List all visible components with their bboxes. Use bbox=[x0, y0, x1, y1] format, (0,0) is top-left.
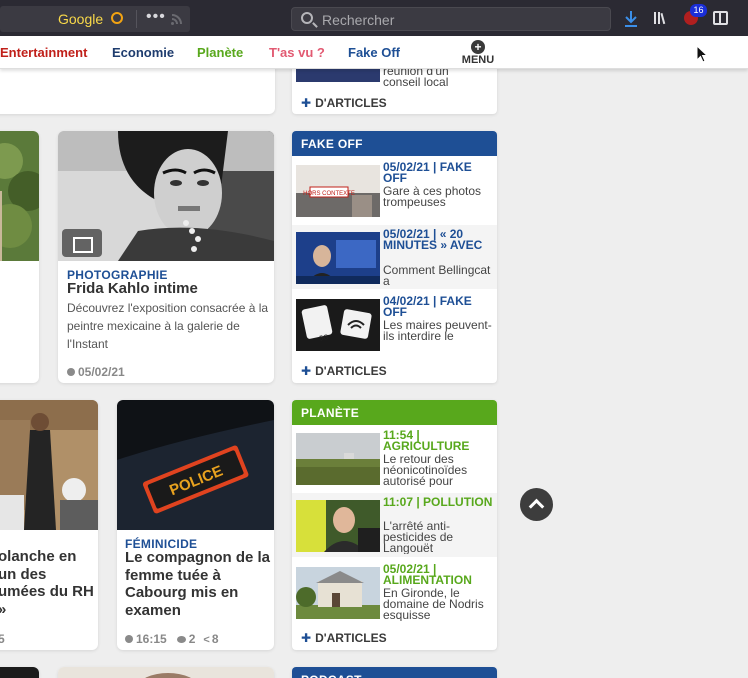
card-date: 05/02/21 bbox=[67, 365, 125, 379]
library-icon[interactable] bbox=[653, 11, 671, 25]
podcast-box: PODCAST bbox=[292, 667, 497, 678]
site-navigation: Entertainment Economie Planète T'as vu ?… bbox=[0, 36, 748, 69]
extension-badge: 16 bbox=[690, 4, 707, 17]
search-icon bbox=[301, 12, 313, 24]
card-meta: 16:15 2 <8 bbox=[125, 632, 219, 646]
google-search-engine-icon bbox=[111, 12, 123, 24]
clock-icon bbox=[125, 635, 133, 643]
planete-item[interactable]: 11:07 | POLLUTION L'arrêté anti-pesticid… bbox=[292, 493, 497, 557]
item-stamp: 04/02/21 | FAKE OFF bbox=[383, 294, 472, 319]
fake-off-item[interactable]: 05/02/21 | « 20 MINUTES » AVEC Comment B… bbox=[292, 225, 497, 289]
scroll-to-top-button[interactable] bbox=[520, 488, 553, 521]
feminicide-card[interactable]: POLICE FÉMINICIDE Le compagnon de la fem… bbox=[117, 400, 274, 650]
mouse-cursor-icon bbox=[696, 45, 708, 63]
planete-header[interactable]: PLANÈTE bbox=[292, 400, 497, 425]
nav-entertainment[interactable]: Entertainment bbox=[0, 45, 87, 60]
photo-gallery-icon[interactable] bbox=[62, 229, 102, 257]
card-title[interactable]: Frida Kahlo intime bbox=[67, 280, 267, 298]
plus-icon: ✚ bbox=[301, 96, 312, 110]
left-article-photo bbox=[0, 400, 98, 530]
planete-thumbnail bbox=[296, 433, 380, 485]
left-article-card[interactable]: olanche en un des umées du RH » 5 bbox=[0, 400, 98, 650]
nav-economie[interactable]: Economie bbox=[112, 45, 174, 60]
menu-button[interactable]: + MENU bbox=[458, 38, 498, 68]
top-box-thumbnail[interactable] bbox=[296, 68, 380, 82]
date-value: 05/02/21 bbox=[78, 365, 125, 379]
plus-icon: ✚ bbox=[301, 364, 312, 378]
top-box-snippet[interactable]: réunion d'un conseil local bbox=[383, 66, 495, 100]
police-badge-photo: POLICE bbox=[117, 400, 274, 530]
bottom-left-card[interactable] bbox=[0, 667, 39, 678]
item-text: En Gironde, le domaine de Nodris esquiss… bbox=[383, 588, 484, 621]
item-text: Gare à ces photos trompeuses bbox=[383, 186, 482, 209]
fake-off-box: FAKE OFF HORS CONTEXTE 05/02/21 | FAKE O… bbox=[292, 131, 497, 383]
podcast-header[interactable]: PODCAST bbox=[292, 667, 497, 678]
fake-off-thumbnail: HORS CONTEXTE bbox=[296, 165, 380, 217]
item-stamp: 05/02/21 | « 20 MINUTES » AVEC bbox=[383, 227, 483, 252]
planete-item[interactable]: 05/02/21 | ALIMENTATION En Gironde, le d… bbox=[292, 560, 497, 624]
planete-item[interactable]: 11:54 | AGRICULTURE Le retour des néonic… bbox=[292, 426, 497, 490]
comment-count: 2 bbox=[188, 632, 196, 646]
share-count: 8 bbox=[211, 632, 219, 646]
card-title[interactable]: Le compagnon de la femme tuée à Cabourg … bbox=[125, 549, 271, 619]
google-bookmark[interactable]: Google ••• bbox=[0, 6, 190, 32]
planete-thumbnail bbox=[296, 500, 380, 552]
item-stamp: 05/02/21 | ALIMENTATION bbox=[383, 562, 472, 587]
plus-icon: + bbox=[471, 40, 485, 54]
toolbar-separator bbox=[136, 10, 137, 28]
left-partial-card[interactable] bbox=[0, 131, 39, 383]
search-placeholder: Rechercher bbox=[322, 12, 395, 28]
fake-off-more-articles-link[interactable]: ✚ D'ARTICLES bbox=[301, 364, 387, 378]
card-title[interactable]: olanche en un des umées du RH » bbox=[0, 548, 94, 618]
download-icon[interactable] bbox=[624, 10, 638, 28]
nav-fake-off[interactable]: Fake Off bbox=[348, 45, 400, 60]
item-text: Le retour des néonicotinoïdes autorisé p… bbox=[383, 454, 468, 487]
card-meta: 5 bbox=[0, 632, 5, 646]
left-partial-image bbox=[0, 131, 39, 261]
share-icon[interactable]: < bbox=[203, 634, 209, 646]
fake-off-item[interactable]: 5G 04/02/21 | FAKE OFF Les maires peuven… bbox=[292, 292, 497, 356]
planete-thumbnail bbox=[296, 567, 380, 619]
item-text: Comment Bellingcat a bbox=[383, 265, 491, 287]
comment-icon[interactable] bbox=[176, 636, 186, 643]
thumb-label: HORS CONTEXTE bbox=[303, 191, 355, 197]
bottom-middle-photo bbox=[58, 667, 274, 678]
planete-box: PLANÈTE 11:54 | AGRICULTURE Le retour de… bbox=[292, 400, 497, 650]
rss-feed-icon[interactable] bbox=[170, 12, 184, 26]
browser-search-field[interactable]: Rechercher bbox=[291, 7, 611, 31]
top-more-articles-link[interactable]: ✚ D'ARTICLES bbox=[301, 96, 387, 110]
fake-off-item[interactable]: HORS CONTEXTE 05/02/21 | FAKE OFF Gare à… bbox=[292, 158, 497, 222]
planete-more-articles-link[interactable]: ✚ D'ARTICLES bbox=[301, 631, 387, 645]
nav-tas-vu[interactable]: T'as vu ? bbox=[269, 45, 325, 60]
item-stamp: 11:07 | POLLUTION bbox=[383, 495, 493, 509]
plus-icon: ✚ bbox=[301, 631, 312, 645]
item-text: Les maires peuvent-ils interdire le bbox=[383, 320, 492, 343]
overflow-menu-icon[interactable]: ••• bbox=[146, 8, 166, 26]
time-value: 16:15 bbox=[136, 632, 167, 646]
item-stamp: 11:54 | AGRICULTURE bbox=[383, 428, 470, 453]
fake-off-thumbnail: 5G bbox=[296, 299, 380, 351]
nav-planete[interactable]: Planète bbox=[197, 45, 243, 60]
item-stamp: 05/02/21 | FAKE OFF bbox=[383, 160, 472, 185]
browser-toolbar: Google ••• Rechercher 16 bbox=[0, 0, 748, 36]
bottom-middle-card[interactable] bbox=[58, 667, 274, 678]
card-description: Découvrez l'exposition consacrée à la pe… bbox=[67, 301, 269, 351]
more-label: D'ARTICLES bbox=[315, 631, 387, 645]
frida-kahlo-card[interactable]: PHOTOGRAPHIE Frida Kahlo intime Découvre… bbox=[58, 131, 274, 383]
fake-off-header[interactable]: FAKE OFF bbox=[292, 131, 497, 156]
more-label: D'ARTICLES bbox=[315, 96, 387, 110]
fake-off-thumbnail bbox=[296, 232, 380, 284]
item-text: L'arrêté anti-pesticides de Langouët bbox=[383, 521, 454, 554]
menu-label: MENU bbox=[461, 54, 495, 66]
more-label: D'ARTICLES bbox=[315, 364, 387, 378]
snippet-line: conseil local bbox=[383, 75, 449, 89]
clock-icon bbox=[67, 368, 75, 376]
sidebar-toggle-icon[interactable] bbox=[713, 11, 728, 25]
google-label: Google bbox=[58, 11, 104, 27]
